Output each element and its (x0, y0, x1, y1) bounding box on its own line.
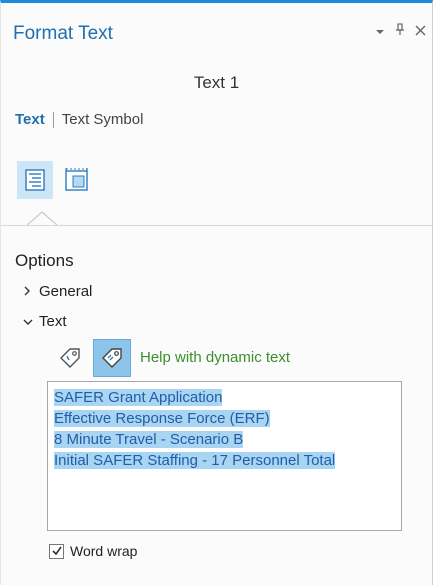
text-line: 8 Minute Travel - Scenario B (54, 431, 244, 448)
group-general[interactable]: General (23, 283, 92, 300)
position-icon (65, 168, 88, 191)
word-wrap-label: Word wrap (70, 543, 138, 559)
tab-strip: Text Text Symbol (15, 111, 143, 128)
tab-underline (1, 225, 432, 226)
checkmark-icon (51, 546, 62, 556)
position-tab-button[interactable] (59, 161, 95, 199)
tag-icon (60, 348, 80, 368)
options-tab-button[interactable] (17, 161, 53, 199)
help-dynamic-text-link[interactable]: Help with dynamic text (140, 349, 290, 366)
chevron-down-icon[interactable] (374, 23, 386, 39)
dynamic-text-button[interactable] (93, 339, 131, 377)
element-name: Text 1 (193, 73, 240, 92)
pane-title: Format Text (13, 23, 113, 44)
group-text-label: Text (39, 313, 67, 330)
close-icon[interactable] (414, 23, 426, 39)
options-list-icon (25, 169, 45, 191)
pin-icon[interactable] (394, 23, 406, 39)
text-line: Effective Response Force (ERF) (54, 410, 270, 427)
text-content-editor[interactable]: SAFER Grant Application Effective Respon… (47, 381, 402, 531)
dynamic-tag-icon (102, 348, 122, 368)
text-line: SAFER Grant Application (54, 389, 223, 406)
tab-divider (52, 111, 54, 128)
options-heading: Options (15, 251, 74, 270)
format-text-pane: Format Text Text 1 Text Text Symbol Opti… (0, 0, 433, 585)
pane-title-controls (374, 23, 426, 39)
word-wrap-checkbox[interactable] (49, 543, 64, 559)
group-general-label: General (39, 283, 93, 300)
tab-text-symbol[interactable]: Text Symbol (62, 111, 144, 128)
text-line: Initial SAFER Staffing - 17 Personnel To… (54, 452, 336, 469)
chevron-right-icon (23, 285, 33, 299)
insert-dynamic-text-button[interactable] (51, 339, 89, 377)
chevron-down-icon (23, 315, 33, 329)
tab-pointer-icon (27, 211, 57, 226)
group-text[interactable]: Text (23, 313, 67, 330)
word-wrap-option: Word wrap (49, 543, 137, 559)
tab-text[interactable]: Text (15, 111, 45, 128)
